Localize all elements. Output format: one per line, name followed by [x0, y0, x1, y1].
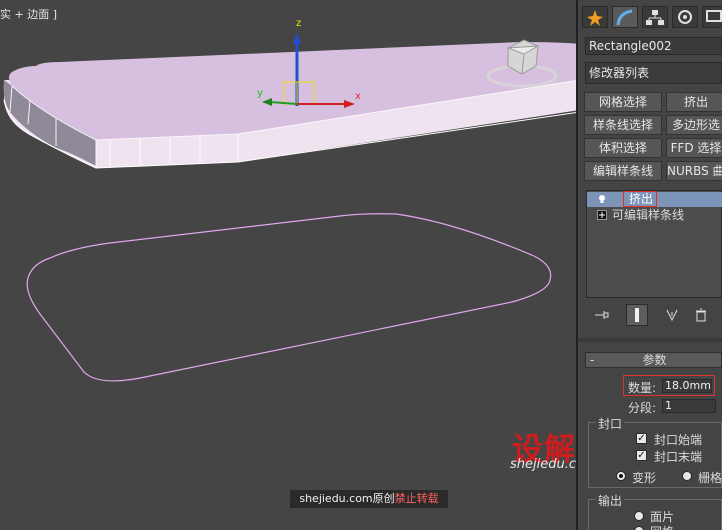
pin-stack-tool[interactable] [590, 304, 612, 326]
make-unique-tool[interactable] [662, 304, 684, 326]
morph-label: 变形 [632, 471, 657, 485]
modifier-list-dropdown[interactable]: 修改器列表 [585, 62, 722, 84]
cap-end-label: 封口末端 [654, 450, 703, 464]
morph-radio[interactable] [616, 471, 626, 481]
display-monitor-icon [706, 10, 722, 22]
rectangle-spline [26, 213, 552, 382]
motion-tab[interactable] [672, 6, 698, 28]
mesh-label: 网格 [650, 523, 674, 530]
display-tab[interactable] [702, 6, 722, 28]
stack-toolbar [586, 304, 722, 328]
mesh-select-button[interactable]: 网格选择 [584, 92, 662, 112]
modify-bend-icon [616, 9, 633, 26]
extrude-button[interactable]: 挤出 [666, 92, 722, 112]
viewport-label[interactable]: 实 + 边面 ] [0, 6, 57, 22]
segments-input[interactable]: 1 [662, 399, 716, 413]
create-tab[interactable] [582, 6, 608, 28]
cap-start-label: 封口始端 [654, 433, 703, 447]
source-warning: 禁止转载 [394, 492, 439, 505]
spline-select-button[interactable]: 样条线选择 [584, 115, 662, 135]
viewcube[interactable] [484, 36, 560, 94]
watermark-url: shejiedu.com [510, 457, 578, 472]
trash-icon [696, 308, 706, 322]
amount-highlight-box [623, 375, 715, 396]
hierarchy-tab[interactable] [642, 6, 668, 28]
modifier-stack: 挤出 可编辑样条线 [586, 190, 722, 298]
mesh-radio[interactable] [634, 526, 644, 530]
segments-label: 分段: [628, 401, 657, 415]
extrude-highlight-box [623, 191, 657, 207]
gizmo-x-label: x [355, 91, 361, 102]
parameters-rollout-header[interactable]: - 参数 [585, 352, 722, 368]
grid-label: 栅格 [698, 471, 722, 485]
hierarchy-icon [646, 10, 664, 25]
remove-modifier-tool[interactable] [690, 304, 712, 326]
edit-spline-button[interactable]: 编辑样条线 [584, 161, 662, 181]
motion-circle-icon [678, 10, 692, 24]
modify-tab[interactable] [612, 6, 638, 28]
grid-radio[interactable] [682, 471, 692, 481]
object-name-field[interactable]: Rectangle002 [585, 37, 722, 55]
output-group-title: 输出 [596, 492, 625, 509]
perspective-viewport[interactable]: z x y 实 + 边面 ] 设解读 shejiedu.com shejiedu… [0, 0, 578, 530]
gizmo-y-label: y [257, 88, 263, 99]
ffd-select-button[interactable]: FFD 选择 [666, 138, 722, 158]
create-star-icon [587, 10, 603, 26]
panel-tabbar [582, 6, 722, 28]
rollout-title: 参数 [642, 353, 667, 367]
show-end-result-tool[interactable] [626, 304, 648, 326]
end-result-icon [635, 308, 639, 322]
cap-start-checkbox[interactable]: ✓ [636, 433, 647, 444]
stack-item-label: 可编辑样条线 [612, 208, 685, 222]
panel-divider [578, 338, 722, 342]
cap-group-title: 封口 [596, 415, 625, 432]
expand-plus-icon[interactable] [597, 210, 607, 220]
stack-item-editable-spline[interactable]: 可编辑样条线 [587, 208, 722, 223]
nurbs-surface-button[interactable]: NURBS 曲面 [666, 161, 722, 181]
make-unique-icon [666, 309, 678, 322]
command-panel: Rectangle002 修改器列表 网格选择 挤出 样条线选择 多边形选 体积… [578, 0, 722, 530]
bulb-icon[interactable] [597, 194, 607, 204]
cap-end-checkbox[interactable]: ✓ [636, 450, 647, 461]
source-text: shejiedu.com原创 [299, 492, 395, 505]
pin-icon [595, 311, 609, 319]
gizmo-z-label: z [296, 18, 301, 29]
patch-radio[interactable] [634, 511, 644, 521]
source-note: shejiedu.com原创禁止转载 [290, 490, 448, 508]
volume-select-button[interactable]: 体积选择 [584, 138, 662, 158]
poly-select-button[interactable]: 多边形选 [666, 115, 722, 135]
